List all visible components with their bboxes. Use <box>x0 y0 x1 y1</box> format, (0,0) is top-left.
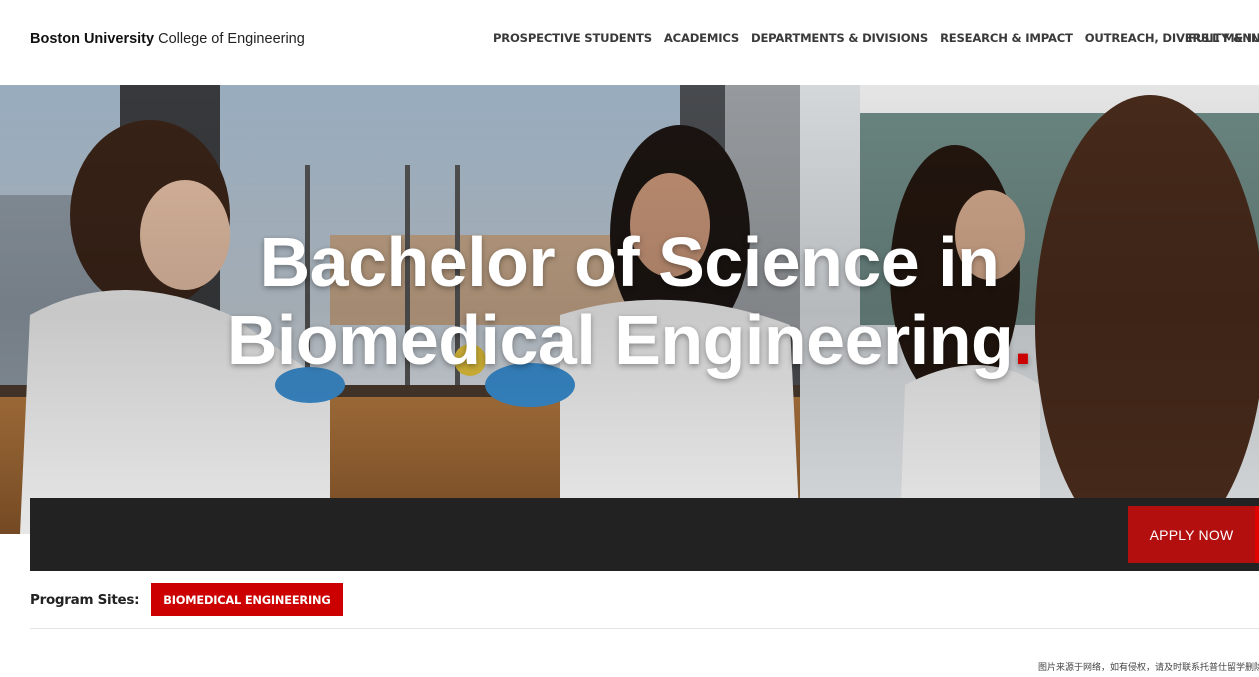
nav-academics[interactable]: ACADEMICS <box>664 31 739 45</box>
brand-university: Boston University <box>30 31 155 47</box>
section-divider <box>30 628 1259 629</box>
hero-title: Bachelor of Science in Biomedical Engine… <box>0 223 1259 379</box>
nav-prospective-students[interactable]: PROSPECTIVE STUDENTS <box>493 31 652 45</box>
hero-title-line2: Biomedical Engineering. <box>0 301 1259 379</box>
hero-title-line2-text: Biomedical Engineering <box>226 301 1014 379</box>
hero-title-line1: Bachelor of Science in <box>259 223 1000 301</box>
site-brand[interactable]: Boston University College of Engineering <box>30 30 305 48</box>
main-nav: PROSPECTIVE STUDENTS ACADEMICS DEPARTMEN… <box>493 31 1259 45</box>
brand-college: College of Engineering <box>158 31 305 47</box>
nav-departments-divisions[interactable]: DEPARTMENTS & DIVISIONS <box>751 31 928 45</box>
nav-research-impact[interactable]: RESEARCH & IMPACT <box>940 31 1073 45</box>
apply-now-button[interactable]: APPLY NOW <box>1128 506 1259 563</box>
program-sites: Program Sites: BIOMEDICAL ENGINEERING <box>30 583 343 616</box>
hero-banner: Bachelor of Science in Biomedical Engine… <box>0 85 1259 534</box>
full-menu-button[interactable]: FULL MENU <box>1188 31 1259 45</box>
program-site-biomedical-engineering[interactable]: BIOMEDICAL ENGINEERING <box>151 583 343 616</box>
hero-title-accent-dot: . <box>1013 301 1033 379</box>
program-sites-label: Program Sites: <box>30 591 140 608</box>
image-watermark-text: 图片来源于网络，如有侵权，请及时联系托普仕留学删除 <box>1038 663 1259 673</box>
site-header: Boston University College of Engineering … <box>0 0 1259 85</box>
apply-bar <box>30 498 1259 571</box>
